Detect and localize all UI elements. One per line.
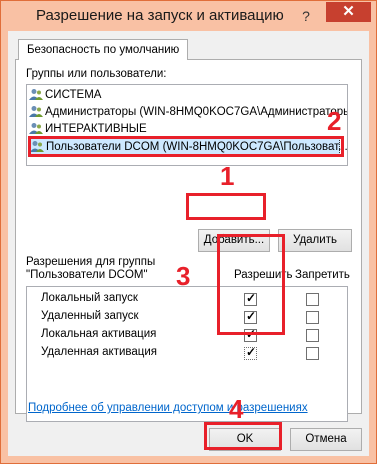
list-item[interactable]: ИНТЕРАКТИВНЫЕ [29,121,147,138]
permissions-group-name: "Пользователи DCOM" [26,269,148,281]
cancel-button[interactable]: Отмена [290,428,362,451]
list-item[interactable]: Администраторы (WIN-8HMQ0KOC7GA\Админист… [29,104,347,121]
allow-checkbox[interactable]: ✓ [244,309,257,324]
deny-column-header: Запретить [295,269,350,281]
allow-checkbox[interactable]: ✓ [244,327,257,342]
groups-label: Группы или пользователи: [26,68,167,80]
allow-checkbox[interactable]: ✓ [244,291,257,306]
permission-row: Удаленная активация ✓ [27,345,347,363]
annotation-badge-2: 2 [327,106,342,136]
groups-list[interactable]: СИСТЕМА Администраторы (WIN-8HMQ0KOC7GA\… [26,84,348,166]
checkmark-icon: ✓ [246,309,257,323]
dialog-client-area: Безопасность по умолчанию Группы или пол… [8,31,369,456]
allow-column-header: Разрешить [234,269,293,281]
dialog-window: Разрешение на запуск и активацию ? ✕ Без… [0,0,377,464]
permission-name: Локальная активация [41,328,157,340]
permission-name: Локальный запуск [41,292,138,304]
users-icon [29,123,43,134]
title-bar[interactable]: Разрешение на запуск и активацию ? ✕ [1,1,376,31]
deny-checkbox[interactable] [306,347,319,360]
permission-row: Локальная активация ✓ [27,327,347,345]
permissions-label: Разрешения для группы [26,256,156,268]
annotation-badge-1: 1 [220,161,235,191]
annotation-badge-3: 3 [176,261,191,291]
users-icon [29,89,43,100]
allow-checkbox[interactable]: ✓ [244,345,257,360]
tab-panel: Группы или пользователи: СИСТЕМА Админис… [15,59,362,422]
window-title: Разрешение на запуск и активацию [36,7,284,24]
deny-checkbox[interactable] [306,293,319,306]
deny-checkbox[interactable] [306,311,319,324]
help-button[interactable]: ? [297,7,315,25]
list-item[interactable]: СИСТЕМА [29,87,101,104]
permission-row: Удаленный запуск ✓ [27,309,347,327]
checkmark-icon: ✓ [246,291,257,305]
users-icon [30,141,44,152]
permission-row: Локальный запуск ✓ [27,291,347,309]
close-button[interactable]: ✕ [326,2,371,22]
deny-checkbox[interactable] [306,329,319,342]
permission-name: Удаленная активация [41,346,157,358]
list-item-selected[interactable]: Пользователи DCOM (WIN-8HMQ0KOC7GA\Польз… [28,138,347,155]
remove-button[interactable]: Удалить [278,229,352,252]
checkmark-icon: ✓ [246,327,257,341]
ok-button[interactable]: OK [209,428,281,451]
permission-name: Удаленный запуск [41,310,139,322]
access-control-help-link[interactable]: Подробнее об управлении доступом и разре… [28,402,308,414]
users-icon [29,106,43,117]
add-button[interactable]: Добавить... [198,229,270,252]
close-icon: ✕ [342,3,355,20]
checkmark-icon: ✓ [246,345,257,359]
annotation-badge-4: 4 [229,394,244,424]
tab-default-security[interactable]: Безопасность по умолчанию [18,39,189,60]
